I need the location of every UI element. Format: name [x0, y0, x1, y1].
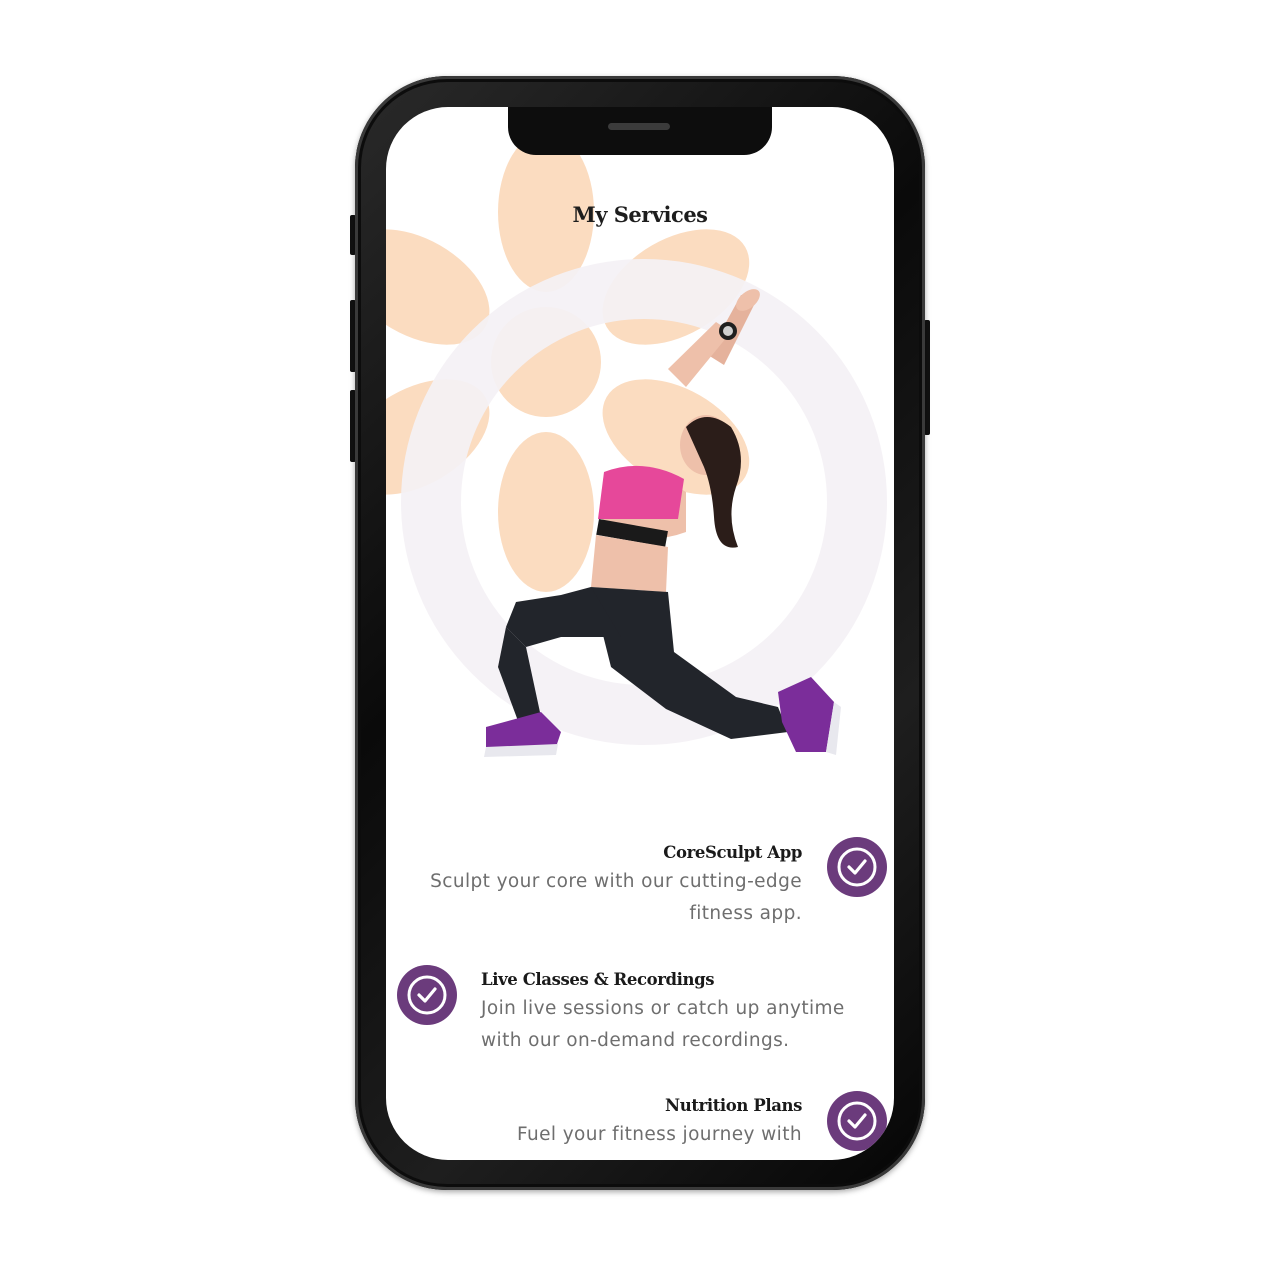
- speaker-grille: [608, 123, 670, 130]
- phone-notch: [508, 107, 772, 155]
- check-circle-icon: [827, 1091, 887, 1151]
- service-description-line: Join live sessions or catch up anytime: [481, 998, 845, 1019]
- phone-screen: My Services CoreSculpt App Sculpt your c…: [386, 107, 894, 1160]
- service-description-line: Fuel your fitness journey with: [516, 1124, 802, 1145]
- check-circle-icon: [397, 965, 457, 1025]
- service-description-line: with our on-demand recordings.: [481, 1030, 790, 1051]
- service-title: Live Classes & Recordings: [481, 970, 715, 989]
- check-circle-icon: [827, 837, 887, 897]
- service-description-line: fitness app.: [689, 903, 802, 924]
- service-title: CoreSculpt App: [663, 843, 802, 862]
- service-title: Nutrition Plans: [665, 1096, 802, 1115]
- service-description-line: Sculpt your core with our cutting-edge: [430, 871, 802, 892]
- service-nutrition: Nutrition Plans Fuel your fitness journe…: [386, 1093, 802, 1151]
- service-live-classes: Live Classes & Recordings Join live sess…: [481, 967, 881, 1057]
- service-coresculpt: CoreSculpt App Sculpt your core with our…: [386, 840, 802, 930]
